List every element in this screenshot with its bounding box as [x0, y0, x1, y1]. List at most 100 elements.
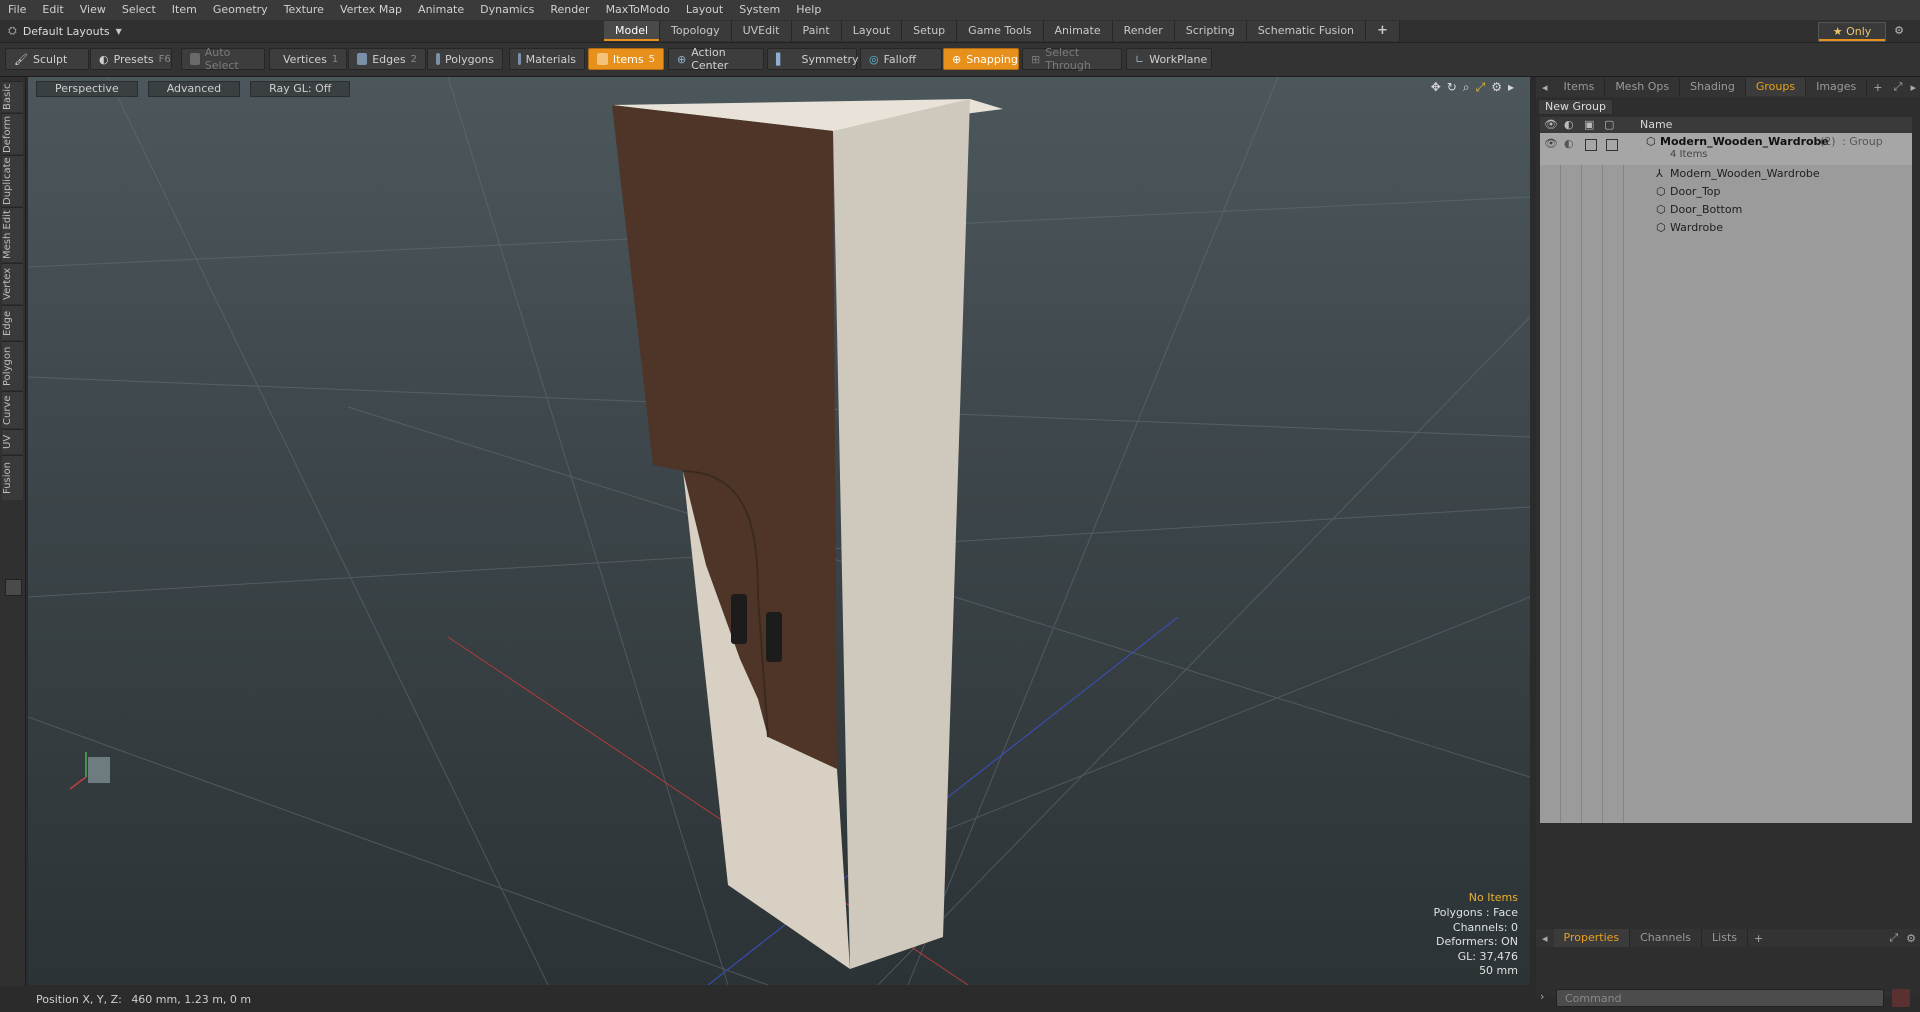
menu-help[interactable]: Help — [788, 0, 829, 20]
arrow-right-icon[interactable]: ▸ — [1508, 80, 1514, 95]
presets-button[interactable]: ◐ Presets F6 — [90, 48, 172, 70]
visibility-column-icon[interactable]: 👁 — [1544, 118, 1558, 131]
polygons-button[interactable]: Polygons — [427, 48, 503, 70]
add-panel-tab-button[interactable]: + — [1867, 81, 1888, 94]
menu-system[interactable]: System — [731, 0, 788, 20]
group-row[interactable]: 👁 ◐ ⬡ Modern_Wooden_Wardrobe (2) : Group… — [1540, 133, 1912, 165]
menu-item[interactable]: Item — [164, 0, 205, 20]
move-view-icon[interactable]: ✥ — [1431, 80, 1441, 95]
render-column-icon[interactable]: ◐ — [1564, 118, 1574, 131]
locator-icon: ⅄ — [1656, 167, 1663, 180]
menu-dynamics[interactable]: Dynamics — [472, 0, 542, 20]
tab-game-tools[interactable]: Game Tools — [957, 21, 1044, 41]
tab-paint[interactable]: Paint — [791, 21, 842, 41]
view-type-button[interactable]: Perspective — [36, 81, 138, 97]
add-bottom-tab-button[interactable]: + — [1748, 932, 1769, 945]
gear-icon[interactable]: ⚙ — [1890, 22, 1908, 40]
tab-layout[interactable]: Layout — [841, 21, 903, 41]
menu-animate[interactable]: Animate — [410, 0, 472, 20]
name-column-header[interactable]: Name — [1640, 118, 1672, 131]
list-item[interactable]: ⅄ Modern_Wooden_Wardrobe — [1540, 165, 1912, 183]
tab-images[interactable]: Images — [1806, 78, 1868, 96]
tab-properties[interactable]: Properties — [1553, 929, 1631, 947]
panel-menu-icon[interactable]: ◂ — [1536, 81, 1554, 94]
lock-column-icon[interactable]: ▣ — [1584, 118, 1594, 131]
record-button[interactable] — [1892, 989, 1910, 1007]
tab-mesh-edit[interactable]: Mesh Edit — [2, 207, 23, 262]
panel-arrow-icon[interactable]: ▸ — [1906, 81, 1920, 94]
menu-layout[interactable]: Layout — [678, 0, 731, 20]
menu-texture[interactable]: Texture — [276, 0, 332, 20]
zoom-icon[interactable]: ⌕ — [1463, 80, 1470, 95]
list-item[interactable]: ⬡ Door_Bottom — [1540, 201, 1912, 219]
tab-scripting[interactable]: Scripting — [1174, 21, 1247, 41]
shading-mode-button[interactable]: Advanced — [147, 81, 241, 97]
bottom-panel-menu-icon[interactable]: ◂ — [1536, 932, 1554, 945]
auto-select-button[interactable]: Auto Select — [181, 46, 265, 72]
list-item[interactable]: ⬡ Wardrobe — [1540, 219, 1912, 237]
tab-topology[interactable]: Topology — [660, 21, 732, 41]
layout-selector[interactable]: ⛭ Default Layouts ▼ — [8, 22, 122, 40]
select-checkbox[interactable] — [1606, 139, 1618, 151]
menu-vertex-map[interactable]: Vertex Map — [332, 0, 410, 20]
menu-geometry[interactable]: Geometry — [205, 0, 276, 20]
expand-button[interactable] — [5, 579, 22, 596]
expand-bottom-icon[interactable]: ⤢ — [1885, 931, 1902, 945]
groups-list: 👁 ◐ ⬡ Modern_Wooden_Wardrobe (2) : Group… — [1540, 133, 1912, 823]
tab-fusion[interactable]: Fusion — [2, 455, 23, 500]
viewport-gear-icon[interactable]: ⚙ — [1491, 80, 1502, 95]
select-through-button[interactable]: ⊞ Select Through — [1022, 46, 1122, 72]
snapping-button[interactable]: ⊕ Snapping — [943, 48, 1019, 70]
vertices-button[interactable]: Vertices 1 — [269, 48, 347, 70]
tab-uvedit[interactable]: UVEdit — [731, 21, 792, 41]
tab-edge[interactable]: Edge — [2, 305, 23, 340]
fit-view-icon[interactable]: ⤢ — [1476, 80, 1486, 95]
tab-shading[interactable]: Shading — [1680, 78, 1746, 96]
raygl-button[interactable]: Ray GL: Off — [250, 81, 351, 97]
add-tab-button[interactable]: + — [1366, 21, 1400, 41]
tab-render[interactable]: Render — [1112, 21, 1175, 41]
tab-groups[interactable]: Groups — [1745, 78, 1807, 96]
lock-checkbox[interactable] — [1585, 139, 1597, 151]
tab-uv[interactable]: UV — [2, 429, 23, 454]
sculpt-button[interactable]: 🖌 Sculpt — [5, 48, 89, 70]
workplane-button[interactable]: ∟ WorkPlane — [1126, 48, 1212, 70]
tab-duplicate[interactable]: Duplicate — [2, 155, 23, 206]
tab-basic[interactable]: Basic — [2, 81, 23, 112]
only-button[interactable]: ★ Only — [1818, 22, 1886, 42]
symmetry-button[interactable]: ▌ Symmetry — [767, 48, 859, 70]
tab-deform[interactable]: Deform — [2, 113, 23, 154]
menu-file[interactable]: File — [0, 0, 34, 20]
tab-lists[interactable]: Lists — [1702, 929, 1748, 947]
new-group-button[interactable]: New Group — [1538, 99, 1613, 115]
tab-mesh-ops[interactable]: Mesh Ops — [1605, 78, 1681, 96]
select-column-icon[interactable]: ▢ — [1604, 118, 1614, 131]
bottom-gear-icon[interactable]: ⚙ — [1902, 932, 1920, 945]
tab-schematic-fusion[interactable]: Schematic Fusion — [1246, 21, 1367, 41]
menu-view[interactable]: View — [72, 0, 114, 20]
rotate-view-icon[interactable]: ↻ — [1447, 80, 1457, 95]
eye-icon[interactable]: 👁 — [1544, 135, 1558, 153]
tab-items[interactable]: Items — [1554, 78, 1606, 96]
tab-curve[interactable]: Curve — [2, 391, 23, 428]
materials-button[interactable]: Materials — [509, 48, 585, 70]
command-input[interactable]: Command — [1556, 989, 1884, 1007]
render-toggle-icon[interactable]: ◐ — [1564, 135, 1574, 153]
list-item[interactable]: ⬡ Door_Top — [1540, 183, 1912, 201]
tab-animate[interactable]: Animate — [1043, 21, 1113, 41]
items-button[interactable]: Items 5 — [588, 48, 664, 70]
falloff-button[interactable]: ◎ Falloff — [860, 48, 942, 70]
action-center-button[interactable]: ⊕ Action Center — [668, 46, 764, 72]
3d-viewport[interactable]: Perspective Advanced Ray GL: Off ✥ ↻ ⌕ ⤢… — [28, 77, 1530, 985]
expand-panel-icon[interactable]: ⤢ — [1890, 80, 1907, 94]
edges-button[interactable]: Edges 2 — [348, 48, 426, 70]
menu-maxtomodo[interactable]: MaxToModo — [598, 0, 678, 20]
tab-setup[interactable]: Setup — [902, 21, 958, 41]
tab-vertex[interactable]: Vertex — [2, 263, 23, 304]
menu-edit[interactable]: Edit — [34, 0, 71, 20]
menu-render[interactable]: Render — [542, 0, 597, 20]
tab-channels[interactable]: Channels — [1630, 929, 1703, 947]
tab-model[interactable]: Model — [604, 21, 661, 41]
menu-select[interactable]: Select — [114, 0, 164, 20]
tab-polygon[interactable]: Polygon — [2, 341, 23, 390]
